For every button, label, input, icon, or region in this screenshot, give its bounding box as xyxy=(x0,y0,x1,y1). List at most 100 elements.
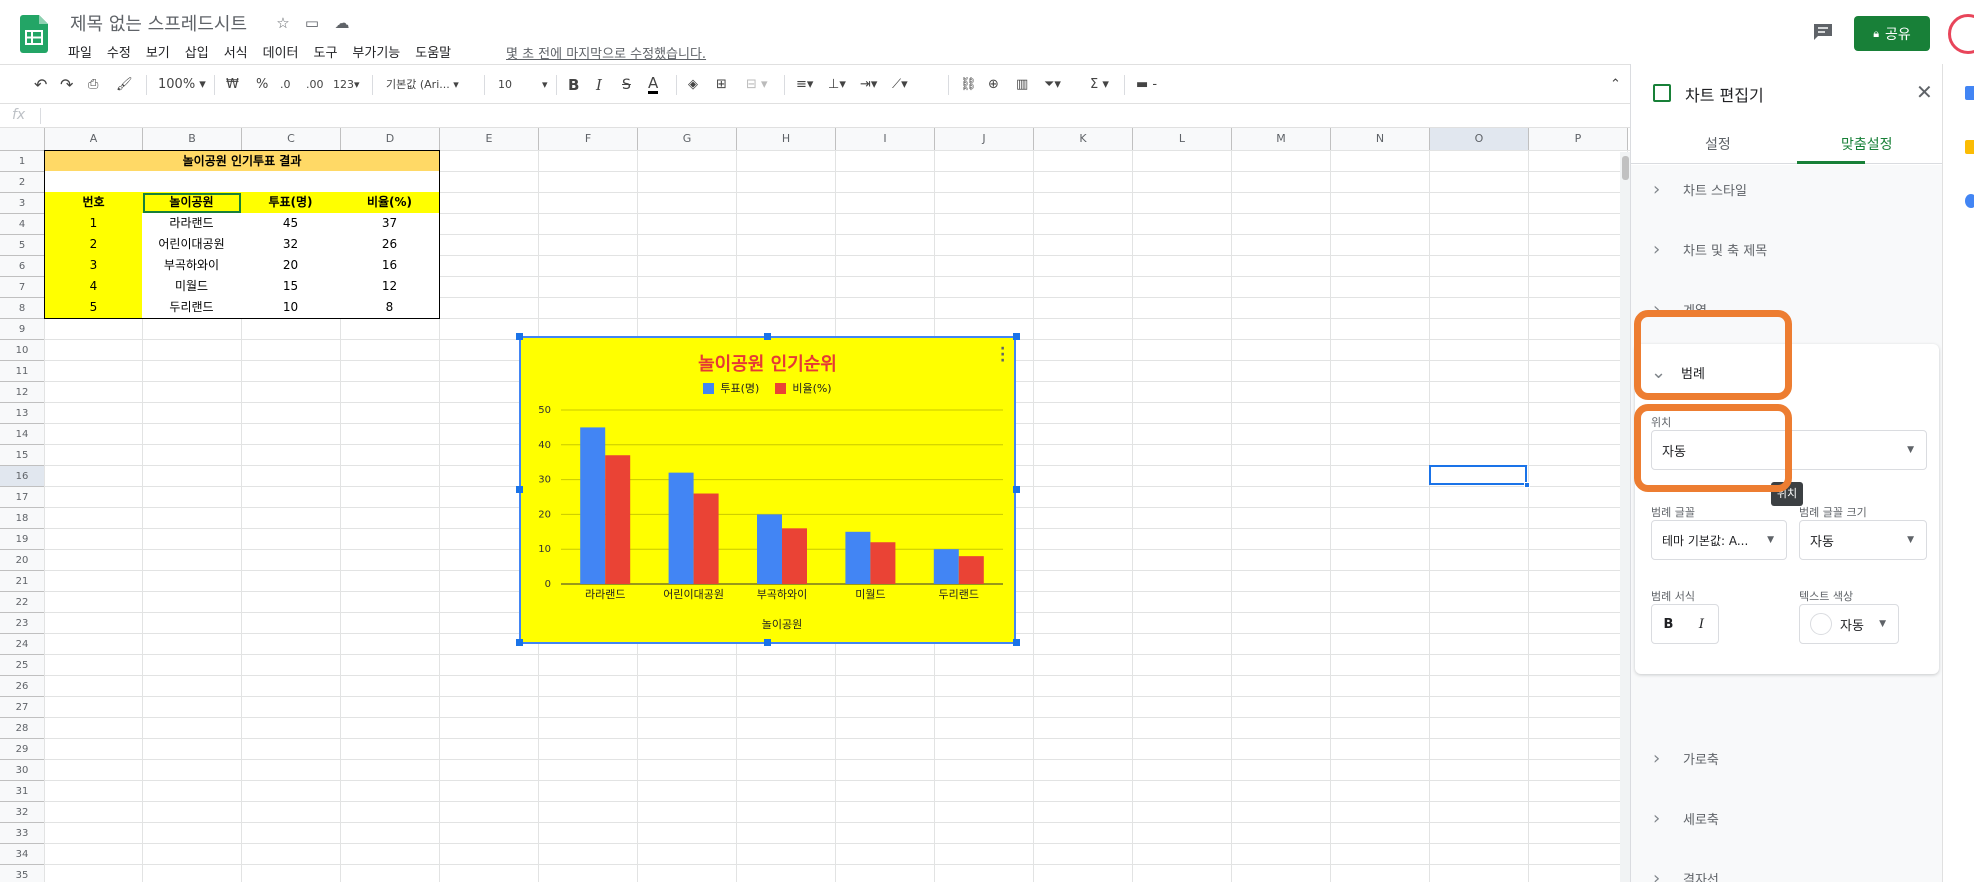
row-header[interactable]: 12 xyxy=(0,382,45,403)
currency-button[interactable]: ₩ xyxy=(226,76,239,94)
row-header[interactable]: 20 xyxy=(0,550,45,571)
row-header[interactable]: 4 xyxy=(0,214,45,235)
section-vertical-axis[interactable]: › 세로축 xyxy=(1653,808,1719,829)
column-header[interactable]: G xyxy=(638,128,737,151)
borders-icon[interactable]: ⊞ xyxy=(716,76,727,94)
move-folder-icon[interactable]: ▭ xyxy=(303,14,321,32)
row-header[interactable]: 3 xyxy=(0,193,45,214)
column-header[interactable]: E xyxy=(440,128,539,151)
zoom-select[interactable]: 100% ▾ xyxy=(158,76,206,94)
table-cell[interactable]: 1 xyxy=(44,213,143,235)
row-header[interactable]: 26 xyxy=(0,676,45,697)
table-cell[interactable]: 2 xyxy=(44,234,143,256)
column-header[interactable]: F xyxy=(539,128,638,151)
resize-handle[interactable] xyxy=(764,333,771,340)
text-wrap-icon[interactable]: ⇥▾ xyxy=(860,76,877,94)
row-header[interactable]: 9 xyxy=(0,319,45,340)
calendar-icon[interactable] xyxy=(1965,86,1974,100)
table-cell[interactable] xyxy=(241,171,341,193)
more-formats-select[interactable]: 123▾ xyxy=(333,76,360,94)
chart-menu-icon[interactable]: · · · xyxy=(1000,342,1005,368)
row-header[interactable]: 2 xyxy=(0,172,45,193)
insert-comment-icon[interactable]: ⊕ xyxy=(988,76,999,94)
table-cell[interactable]: 4 xyxy=(44,276,143,298)
section-chart-style[interactable]: › 차트 스타일 xyxy=(1653,179,1747,200)
star-icon[interactable]: ☆ xyxy=(274,14,292,32)
legend-font-select[interactable]: 테마 기본값: A... ▼ xyxy=(1651,520,1787,560)
collapse-toolbar-icon[interactable]: ⌃ xyxy=(1610,76,1621,94)
row-header[interactable]: 17 xyxy=(0,487,45,508)
insert-chart-icon[interactable]: ▥ xyxy=(1016,76,1028,94)
section-horizontal-axis[interactable]: › 가로축 xyxy=(1653,748,1719,769)
table-cell[interactable]: 32 xyxy=(241,234,341,256)
close-icon[interactable]: ✕ xyxy=(1916,80,1933,104)
increase-decimal-button[interactable]: .00 xyxy=(306,76,324,94)
functions-button[interactable]: Σ ▾ xyxy=(1090,76,1109,94)
table-cell[interactable]: 라라랜드 xyxy=(142,213,242,235)
table-cell[interactable]: 10 xyxy=(241,297,341,319)
row-header[interactable]: 22 xyxy=(0,592,45,613)
table-cell[interactable] xyxy=(340,171,440,193)
formula-bar[interactable]: fx xyxy=(0,104,1630,128)
column-header[interactable]: N xyxy=(1331,128,1430,151)
row-header[interactable]: 15 xyxy=(0,445,45,466)
row-header[interactable]: 16 xyxy=(0,466,45,487)
resize-handle[interactable] xyxy=(1013,486,1020,493)
menu-item[interactable]: 삽입 xyxy=(185,42,217,62)
row-header[interactable]: 29 xyxy=(0,739,45,760)
table-title-cell[interactable]: 놀이공원 인기투표 결과 xyxy=(44,150,440,172)
vertical-align-icon[interactable]: ⊥▾ xyxy=(828,76,846,94)
section-chart-axis-titles[interactable]: › 차트 및 축 제목 xyxy=(1653,239,1767,260)
selected-cell[interactable] xyxy=(1429,465,1527,485)
resize-handle[interactable] xyxy=(1013,639,1020,646)
table-cell[interactable]: 어린이대공원 xyxy=(142,234,242,256)
row-header[interactable]: 6 xyxy=(0,256,45,277)
paint-format-icon[interactable]: 🖌︎ xyxy=(116,76,133,94)
legend-bold-button[interactable]: B xyxy=(1652,617,1685,632)
legend-text-color-select[interactable]: 자동 ▼ xyxy=(1799,604,1899,644)
row-header[interactable]: 19 xyxy=(0,529,45,550)
row-header[interactable]: 13 xyxy=(0,403,45,424)
table-cell[interactable]: 20 xyxy=(241,255,341,277)
text-color-button[interactable]: A xyxy=(648,76,659,94)
row-header[interactable]: 28 xyxy=(0,718,45,739)
row-header[interactable]: 25 xyxy=(0,655,45,676)
table-cell[interactable]: 45 xyxy=(241,213,341,235)
row-header[interactable]: 10 xyxy=(0,340,45,361)
row-header[interactable]: 21 xyxy=(0,571,45,592)
table-cell[interactable]: 미월드 xyxy=(142,276,242,298)
table-cell[interactable]: 37 xyxy=(340,213,440,235)
table-cell[interactable]: 26 xyxy=(340,234,440,256)
comment-icon[interactable] xyxy=(1812,22,1834,42)
column-header[interactable]: M xyxy=(1232,128,1331,151)
row-header[interactable]: 5 xyxy=(0,235,45,256)
row-header[interactable]: 8 xyxy=(0,298,45,319)
document-title[interactable]: 제목 없는 스프레드시트 xyxy=(70,10,247,36)
menu-item[interactable]: 부가기능 xyxy=(352,42,408,62)
legend-font-size-select[interactable]: 자동 ▼ xyxy=(1799,520,1927,560)
avatar[interactable] xyxy=(1948,14,1974,54)
row-header[interactable]: 33 xyxy=(0,823,45,844)
merge-cells-icon[interactable]: ⊟ ▾ xyxy=(746,76,768,94)
share-button[interactable]: 🔒︎ 공유 xyxy=(1854,16,1930,51)
chart[interactable]: 0 10 20 30 40 50 라라랜드 어린이대공원 부곡하와이 미월드 두리랜드 놀이공원 놀이… xyxy=(519,336,1016,644)
table-cell[interactable]: 두리랜드 xyxy=(142,297,242,319)
menu-item[interactable]: 서식 xyxy=(224,42,256,62)
table-cell[interactable]: 3 xyxy=(44,255,143,277)
tab-setup[interactable]: 설정 xyxy=(1705,134,1731,154)
column-header[interactable]: P xyxy=(1529,128,1628,151)
menu-item[interactable]: 보기 xyxy=(146,42,178,62)
column-header[interactable]: O xyxy=(1430,128,1529,151)
legend-italic-button[interactable]: I xyxy=(1685,617,1718,632)
row-header[interactable]: 23 xyxy=(0,613,45,634)
print-icon[interactable]: ⎙ xyxy=(88,76,98,94)
row-header[interactable]: 7 xyxy=(0,277,45,298)
decrease-decimal-button[interactable]: .0 xyxy=(280,76,291,94)
selection-fill-handle[interactable] xyxy=(1524,482,1530,488)
font-size-select[interactable]: 10 ▾ xyxy=(498,76,548,94)
row-header[interactable]: 27 xyxy=(0,697,45,718)
column-header[interactable]: A xyxy=(45,128,143,151)
undo-icon[interactable]: ↶ xyxy=(34,76,47,94)
row-header[interactable]: 31 xyxy=(0,781,45,802)
row-header[interactable]: 14 xyxy=(0,424,45,445)
